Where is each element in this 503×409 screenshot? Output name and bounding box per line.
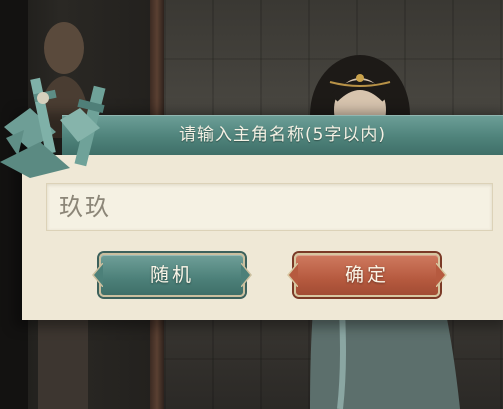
random-name-button[interactable]: 随机 xyxy=(92,253,252,297)
button-ornament-right-icon xyxy=(436,263,447,287)
name-input-field[interactable]: 玖玖 xyxy=(46,183,493,231)
confirm-button-label: 确定 xyxy=(344,264,389,286)
confirm-button[interactable]: 确定 xyxy=(287,253,447,297)
button-ornament-right-icon xyxy=(241,263,252,287)
random-button-label: 随机 xyxy=(149,264,194,286)
name-input-value: 玖玖 xyxy=(59,193,111,221)
sword-crest-decoration xyxy=(0,77,106,178)
